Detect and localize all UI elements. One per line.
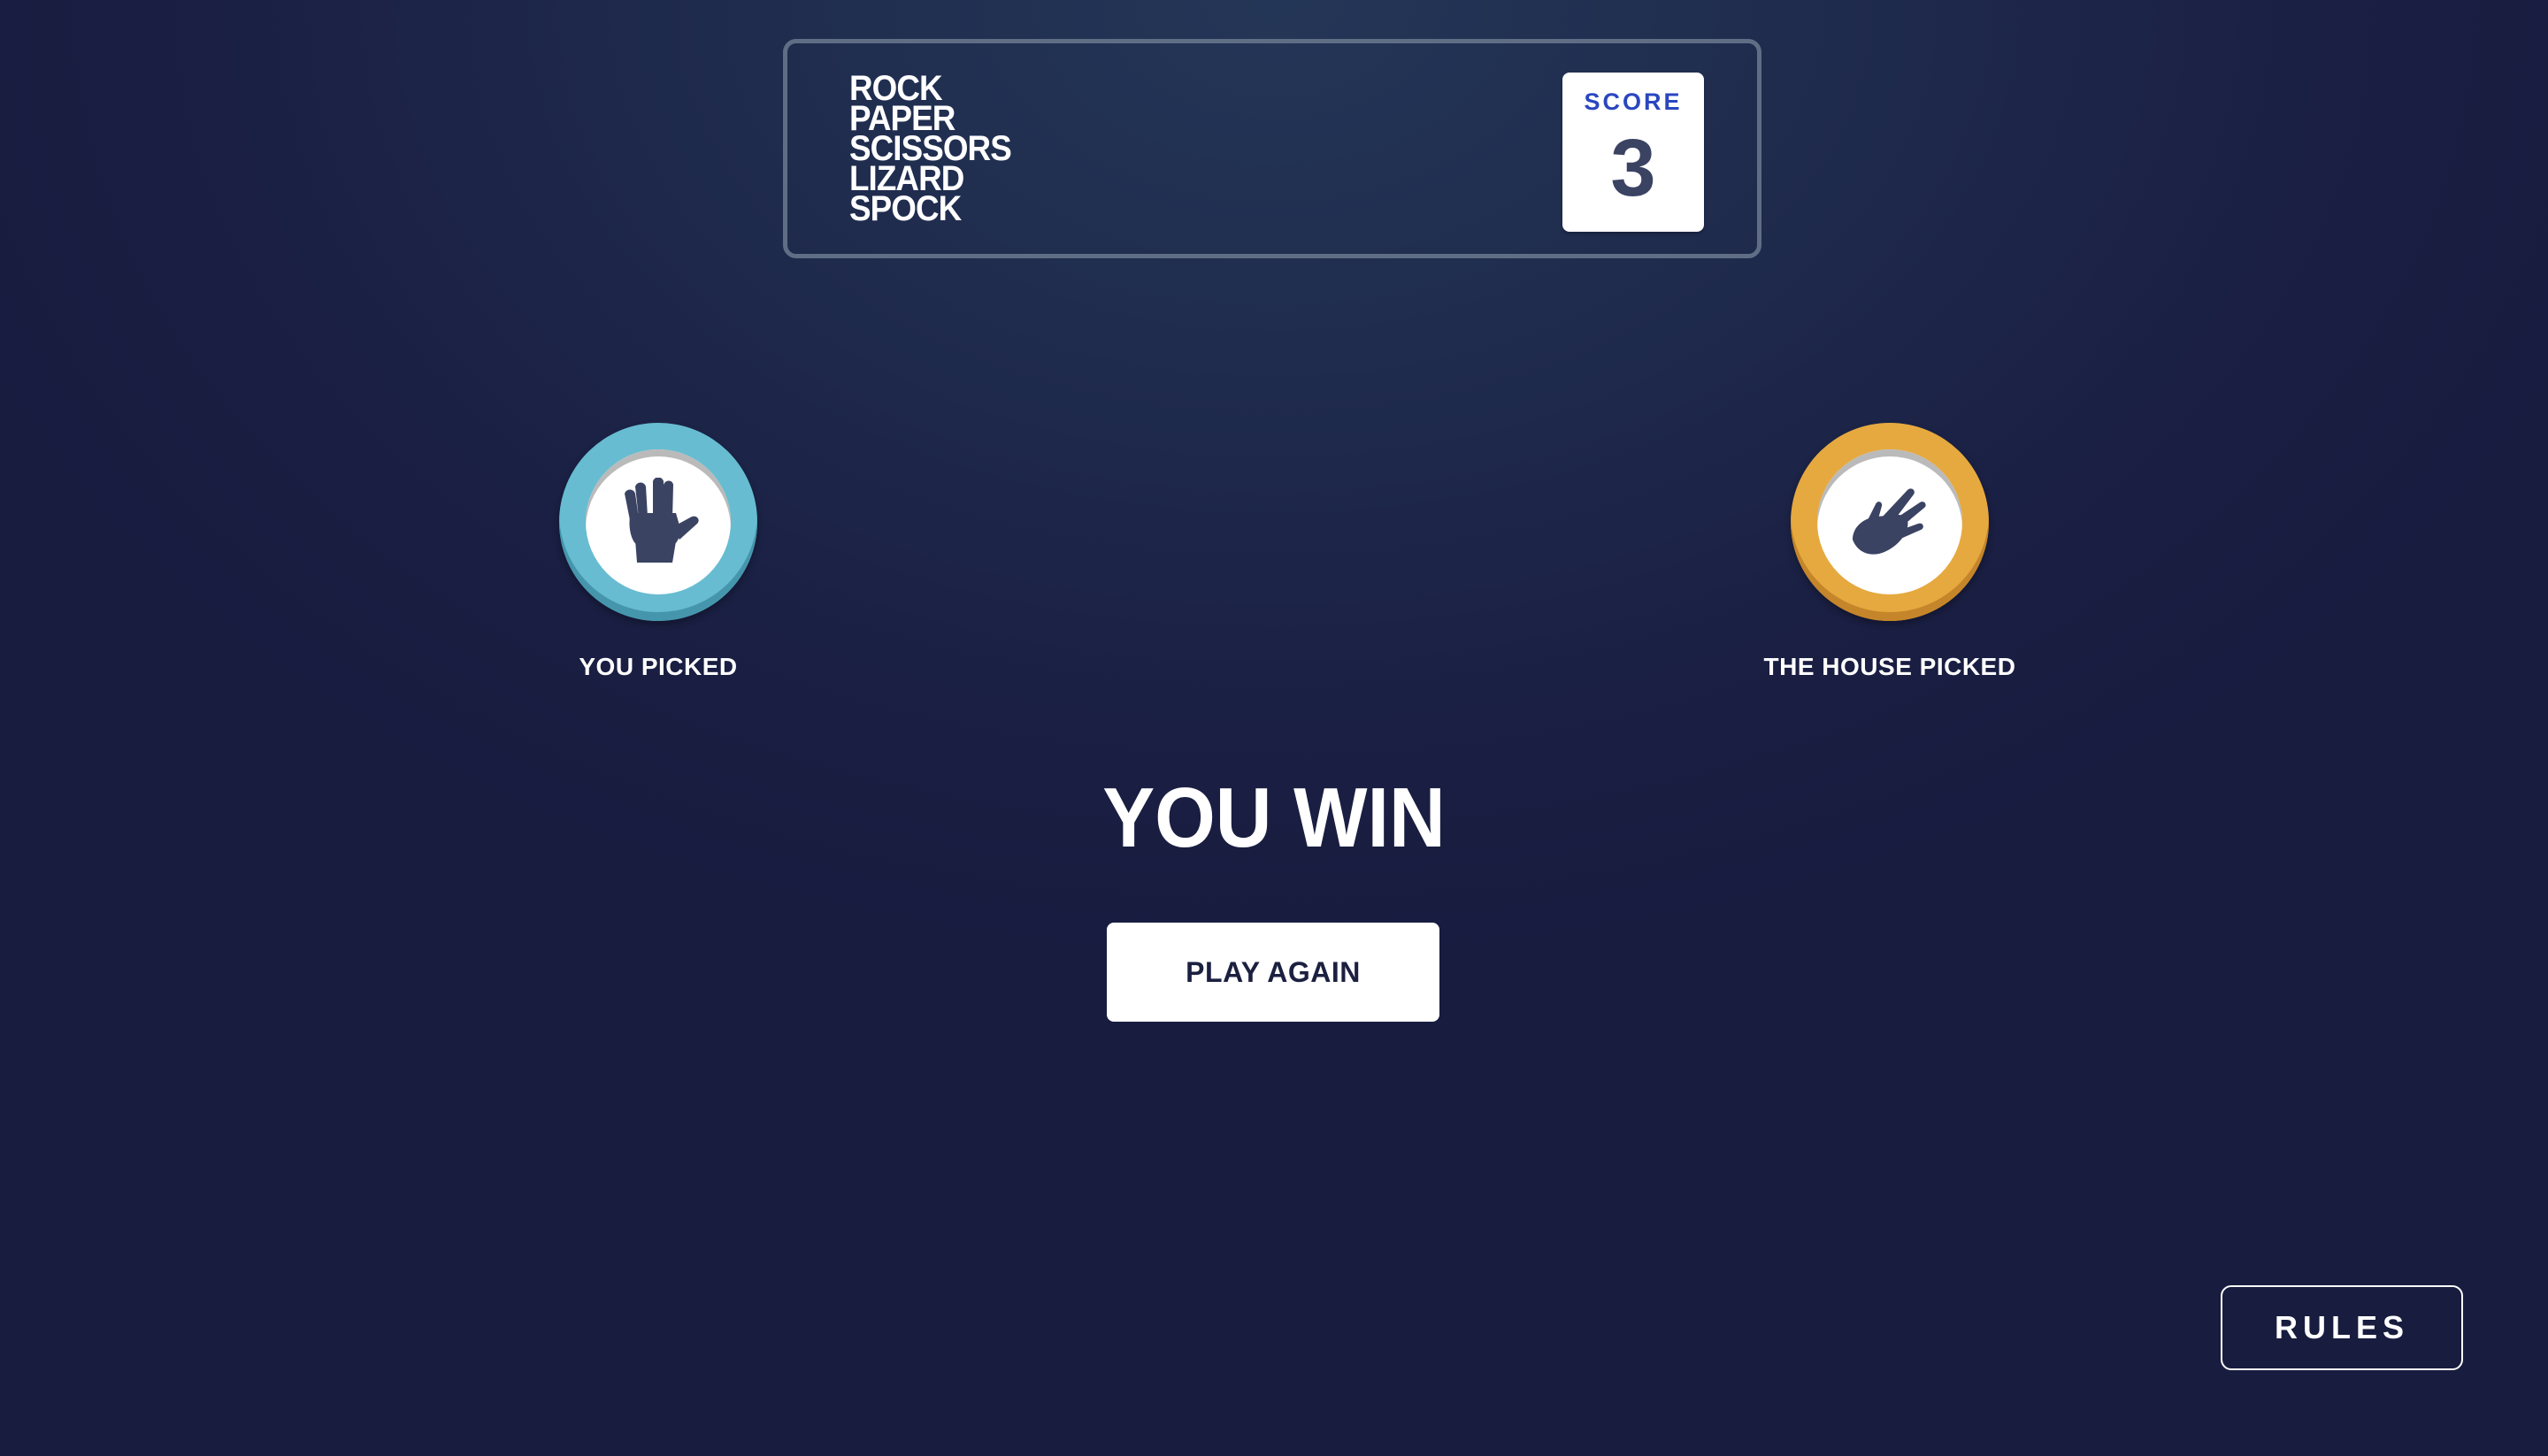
rules-button[interactable]: RULES	[2221, 1285, 2463, 1370]
lizard-hand-icon	[1853, 488, 1926, 555]
player-token-spock	[559, 423, 757, 621]
result-panel: YOU WIN	[0, 770, 2548, 867]
player-pick-label: YOU PICKED	[579, 653, 738, 680]
player-token-face	[586, 449, 731, 594]
spock-hand-icon	[625, 478, 699, 563]
score-value: 3	[1610, 123, 1656, 213]
game-header: ROCK PAPER SCISSORS LIZARD SPOCK SCORE 3	[783, 39, 1761, 258]
house-token-lizard	[1791, 423, 1989, 621]
score-box: SCORE 3	[1562, 73, 1704, 232]
house-token-face	[1817, 449, 1962, 594]
house-pick-label: THE HOUSE PICKED	[1763, 653, 2016, 680]
score-label: SCORE	[1584, 88, 1683, 115]
result-text: YOU WIN	[1102, 770, 1446, 865]
play-again-button[interactable]: PLAY AGAIN	[1107, 923, 1439, 1022]
house-pick: THE HOUSE PICKED	[1739, 423, 2040, 681]
player-pick: YOU PICKED	[508, 423, 809, 681]
title-line-spock: SPOCK	[849, 189, 962, 228]
game-title: ROCK PAPER SCISSORS LIZARD SPOCK	[849, 71, 1012, 228]
